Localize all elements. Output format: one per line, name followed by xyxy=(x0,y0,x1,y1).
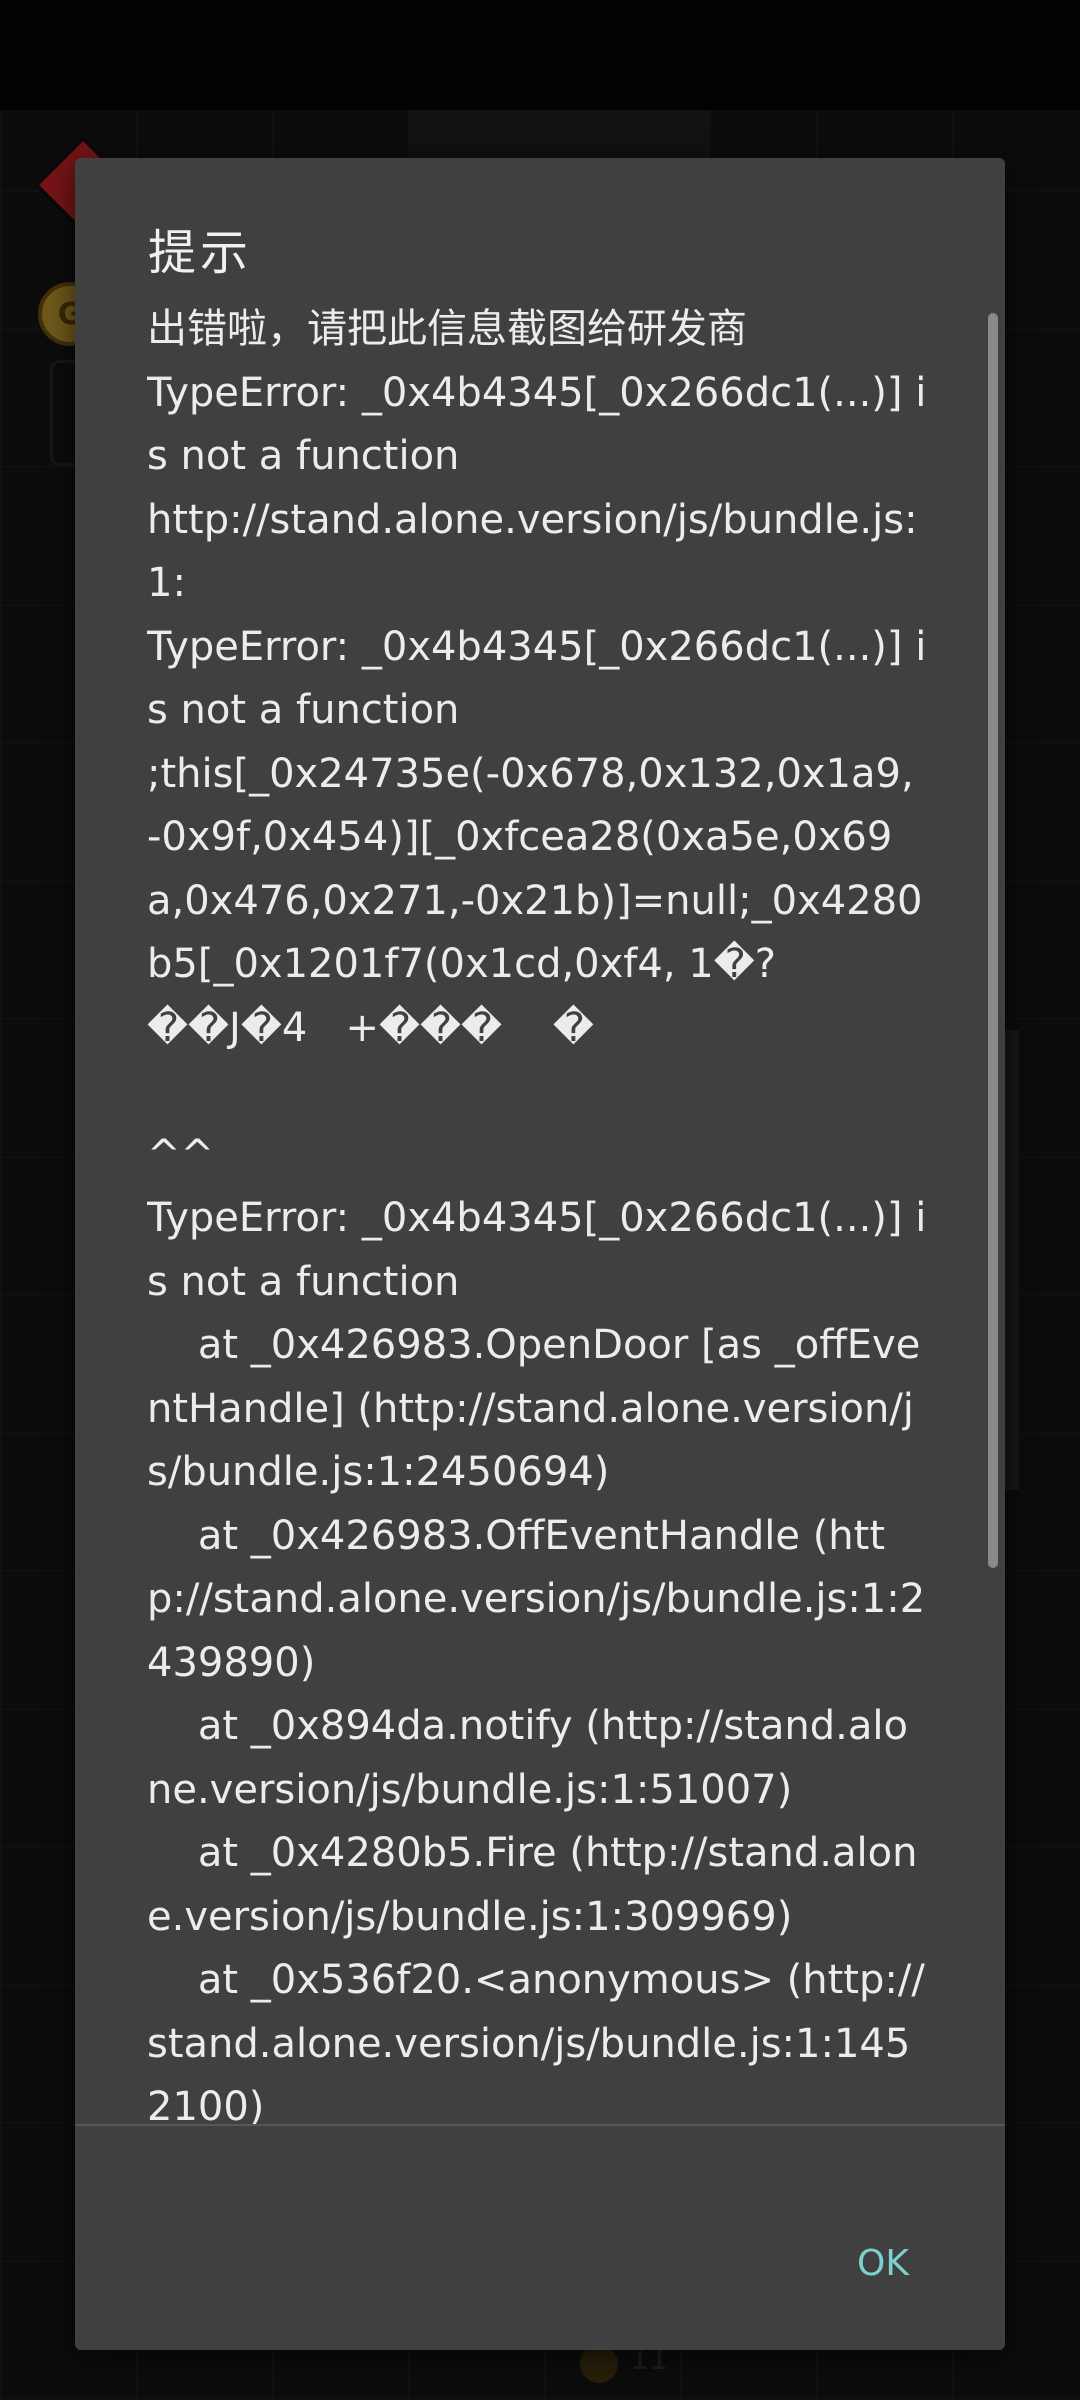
dialog-title: 提示 xyxy=(148,225,253,281)
dialog-divider xyxy=(75,2124,1005,2126)
error-dialog: 提示 出错啦，请把此信息截图给研发商 TypeError: _0x4b4345[… xyxy=(75,158,1005,2350)
message-scroll-area[interactable]: 出错啦，请把此信息截图给研发商 TypeError: _0x4b4345[_0x… xyxy=(147,298,977,2124)
error-message: 出错啦，请把此信息截图给研发商 TypeError: _0x4b4345[_0x… xyxy=(147,306,927,2124)
scrollbar-thumb[interactable] xyxy=(988,313,998,1568)
ok-button[interactable]: OK xyxy=(823,2218,943,2308)
